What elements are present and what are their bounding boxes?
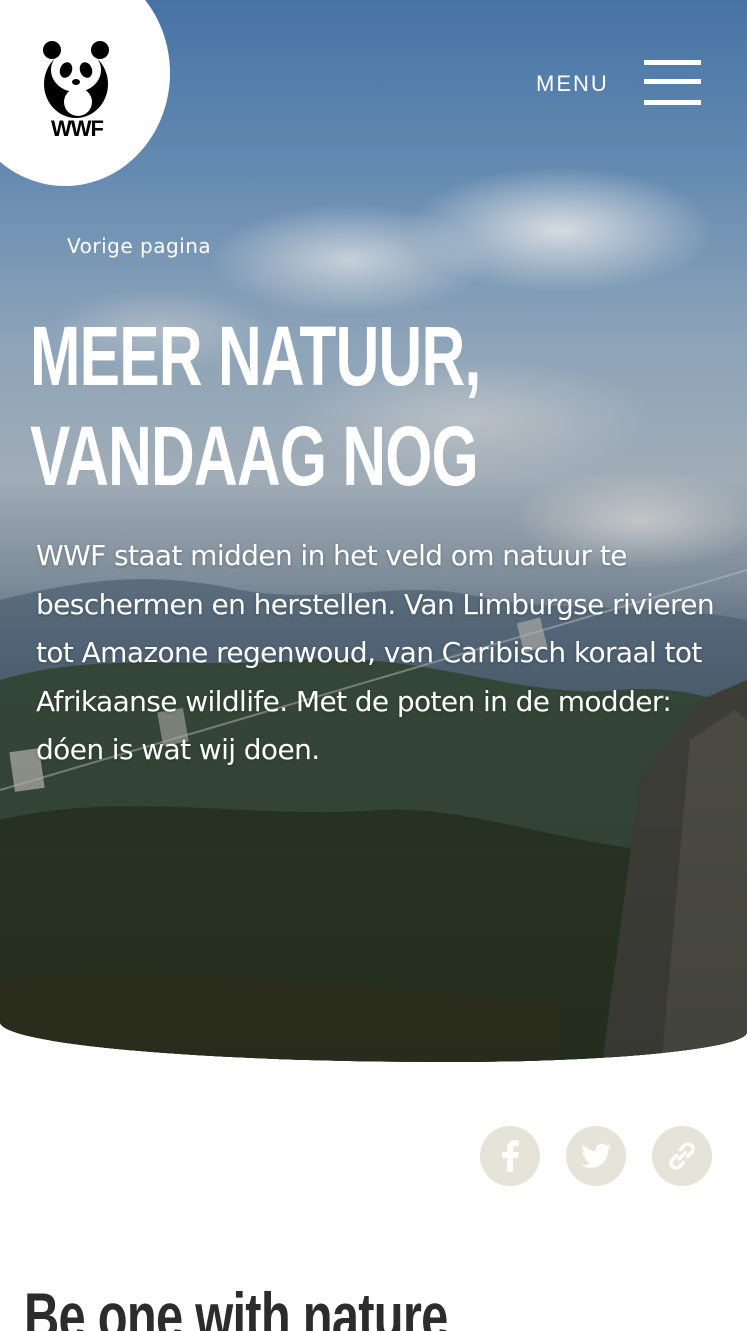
twitter-icon bbox=[581, 1143, 612, 1168]
page-title: MEER NATUUR, VANDAAG NOG bbox=[30, 306, 548, 506]
logo-text: WWF bbox=[51, 116, 104, 141]
menu-label: MENU bbox=[536, 71, 609, 96]
hero-intro-text: WWF staat midden in het veld om natuur t… bbox=[36, 539, 715, 766]
share-link-button[interactable] bbox=[652, 1126, 712, 1186]
back-link[interactable]: Vorige pagina bbox=[67, 234, 211, 258]
share-facebook-button[interactable] bbox=[480, 1126, 540, 1186]
facebook-icon bbox=[502, 1140, 519, 1172]
page: WWF MENU Vorige pagina MEER NATUUR, VAND… bbox=[0, 0, 747, 1331]
link-icon bbox=[669, 1142, 695, 1170]
section-heading: Be one with nature bbox=[24, 1279, 448, 1331]
share-twitter-button[interactable] bbox=[566, 1126, 626, 1186]
page-title-line-1: MEER NATUUR, bbox=[30, 309, 481, 403]
page-title-line-2: VANDAAG NOG bbox=[30, 409, 479, 503]
share-buttons bbox=[480, 1126, 720, 1188]
hamburger-icon[interactable] bbox=[644, 60, 701, 108]
panda-icon bbox=[43, 41, 109, 118]
menu-button[interactable]: MENU bbox=[536, 56, 706, 112]
